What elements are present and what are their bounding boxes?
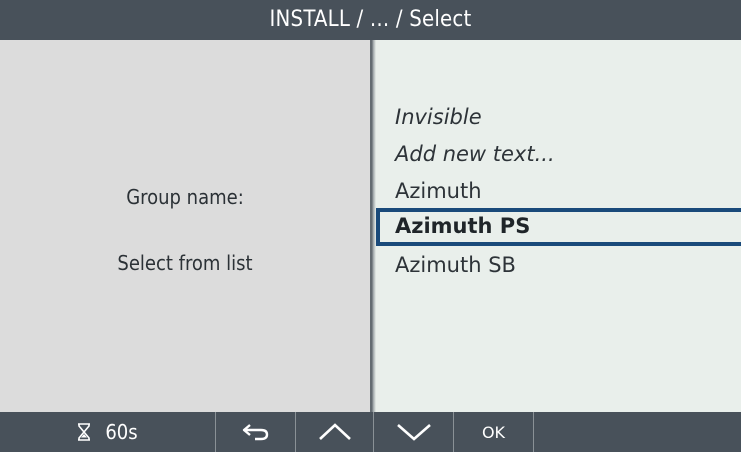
hourglass-icon <box>77 423 91 441</box>
timeout-indicator: 60s <box>0 412 216 452</box>
page-title: INSTALL / ... / Select <box>269 7 472 32</box>
timeout-value: 60s <box>105 420 138 444</box>
chevron-up-icon <box>318 422 352 442</box>
list-item-azimuth[interactable]: Azimuth <box>395 173 482 209</box>
back-arrow-icon <box>241 422 271 442</box>
info-pane: Group name: Select from list <box>0 40 371 412</box>
list-item-azimuth-sb[interactable]: Azimuth SB <box>395 247 516 283</box>
select-hint-label: Select from list <box>117 251 253 275</box>
ok-button-label: OK <box>481 422 506 442</box>
selection-list[interactable]: Invisible Add new text... Azimuth Azimut… <box>376 40 741 412</box>
scroll-down-button[interactable] <box>374 412 454 452</box>
list-item-azimuth-ps-selected[interactable]: Azimuth PS <box>376 208 741 246</box>
scroll-up-button[interactable] <box>296 412 374 452</box>
ok-button[interactable]: OK <box>454 412 534 452</box>
softkey-bar: 60s OK <box>0 412 741 452</box>
back-button[interactable] <box>216 412 296 452</box>
chevron-down-icon <box>396 422 432 442</box>
title-bar: INSTALL / ... / Select <box>0 0 741 40</box>
list-item-invisible[interactable]: Invisible <box>395 99 482 135</box>
group-name-label: Group name: <box>126 185 244 209</box>
list-item-add-new-text[interactable]: Add new text... <box>395 136 555 172</box>
